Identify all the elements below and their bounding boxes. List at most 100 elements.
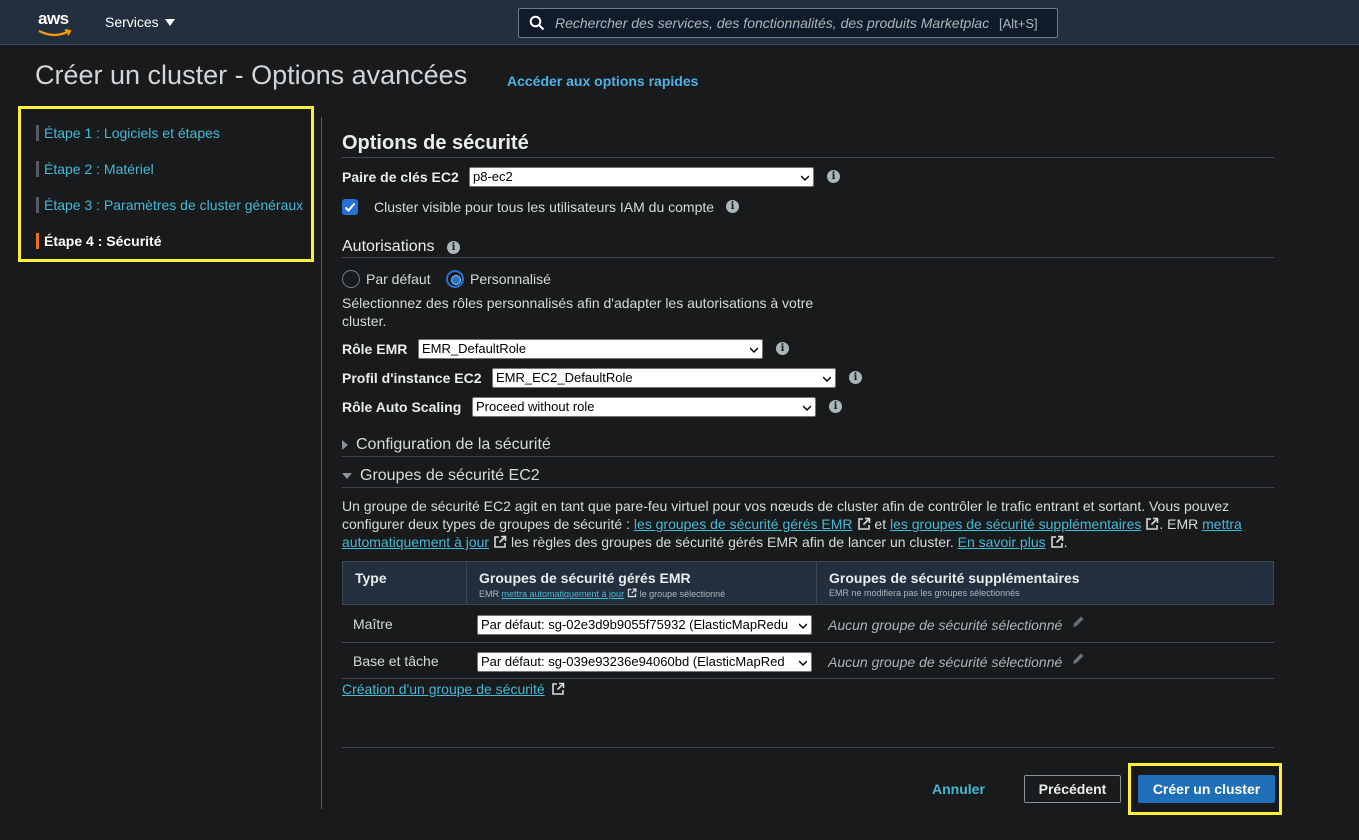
- emr-role-label: Rôle EMR: [342, 341, 408, 357]
- radio-default-label: Par défaut: [366, 271, 431, 287]
- divider: [342, 157, 1274, 158]
- core-managed-sg-value: Par défaut: sg-039e93236e94060bd (Elasti…: [481, 654, 785, 669]
- edit-pencil-icon[interactable]: [1071, 615, 1085, 629]
- chevron-down-icon: [750, 347, 758, 354]
- instance-profile-select[interactable]: EMR_EC2_DefaultRole: [492, 368, 836, 388]
- description-text: . EMR: [1159, 516, 1203, 532]
- info-icon[interactable]: i: [726, 200, 739, 213]
- column-type: Type: [343, 562, 467, 604]
- instance-profile-label: Profil d'instance EC2: [342, 370, 482, 386]
- column-managed-title: Groupes de sécurité gérés EMR: [479, 570, 691, 586]
- edit-pencil-icon[interactable]: [1071, 652, 1085, 666]
- step-4[interactable]: Étape 4 : Sécurité: [36, 231, 162, 251]
- search-shortcut: [Alt+S]: [999, 15, 1038, 31]
- aws-logo-text: aws: [38, 9, 69, 28]
- external-link-icon: [494, 535, 507, 548]
- step-1[interactable]: Étape 1 : Logiciels et étapes: [36, 123, 220, 143]
- ec2-key-pair-value: p8-ec2: [473, 169, 513, 184]
- radio-default[interactable]: [342, 270, 360, 288]
- cancel-button[interactable]: Annuler: [932, 781, 985, 797]
- managed-groups-link[interactable]: les groupes de sécurité gérés EMR: [634, 516, 853, 532]
- info-icon[interactable]: i: [849, 371, 862, 384]
- chevron-down-icon: [799, 622, 807, 630]
- step-label: Étape 2 : Matériel: [44, 161, 154, 177]
- instance-profile-value: EMR_EC2_DefaultRole: [496, 370, 633, 385]
- description-text: .: [1063, 534, 1068, 550]
- subtitle-text: EMR: [479, 589, 502, 599]
- learn-more-link[interactable]: En savoir plus: [958, 534, 1046, 550]
- step-2[interactable]: Étape 2 : Matériel: [36, 159, 154, 179]
- step-marker: [36, 197, 39, 213]
- external-link-icon: [627, 588, 637, 598]
- divider: [342, 456, 1274, 457]
- table-row-divider: [342, 678, 1274, 679]
- aws-logo[interactable]: aws: [38, 9, 74, 37]
- vertical-divider: [321, 117, 322, 809]
- search-input[interactable]: Rechercher des services, des fonctionnal…: [555, 15, 993, 31]
- column-managed: Groupes de sécurité gérés EMR EMR mettra…: [467, 562, 817, 604]
- page-title: Créer un cluster - Options avancées: [35, 60, 468, 90]
- ec2-groups-title: Groupes de sécurité EC2: [360, 467, 540, 484]
- column-type-title: Type: [355, 570, 387, 586]
- security-config-expander[interactable]: Configuration de la sécurité: [342, 436, 551, 454]
- divider: [342, 257, 1274, 258]
- table-row-divider: [342, 642, 1274, 643]
- emr-role-select[interactable]: EMR_DefaultRole: [418, 339, 763, 359]
- external-link-icon: [551, 682, 565, 695]
- info-icon[interactable]: i: [447, 241, 460, 254]
- external-link-icon: [857, 517, 870, 530]
- external-link-icon: [1146, 517, 1159, 530]
- create-cluster-highlight: Créer un cluster: [1128, 763, 1282, 815]
- search-bar[interactable]: Rechercher des services, des fonctionnal…: [518, 8, 1058, 38]
- create-security-group-link[interactable]: Création d'un groupe de sécurité: [342, 681, 565, 697]
- info-icon[interactable]: i: [829, 400, 842, 413]
- quick-options-link[interactable]: Accéder aux options rapides: [507, 73, 698, 89]
- autoscaling-role-select[interactable]: Proceed without role: [472, 397, 816, 417]
- info-icon[interactable]: i: [776, 342, 789, 355]
- step-marker: [36, 233, 39, 249]
- step-3[interactable]: Étape 3 : Paramètres de cluster généraux: [36, 195, 303, 215]
- chevron-down-icon: [803, 405, 811, 412]
- column-managed-subtitle: EMR mettra automatiquement à jour le gro…: [479, 588, 725, 599]
- row-type-core-task: Base et tâche: [353, 653, 439, 669]
- master-additional-sg: Aucun groupe de sécurité sélectionné: [828, 617, 1063, 633]
- auto-update-link-small[interactable]: mettra automatiquement à jour: [502, 589, 625, 599]
- chevron-down-icon: [823, 376, 831, 383]
- ec2-groups-expander[interactable]: Groupes de sécurité EC2: [342, 467, 540, 485]
- cluster-visible-checkbox[interactable]: [342, 199, 358, 215]
- core-additional-sg: Aucun groupe de sécurité sélectionné: [828, 654, 1063, 670]
- caret-right-icon: [342, 440, 348, 450]
- row-type-master: Maître: [353, 616, 393, 632]
- core-managed-sg-select[interactable]: Par défaut: sg-039e93236e94060bd (Elasti…: [477, 652, 812, 672]
- security-options-title: Options de sécurité: [342, 132, 529, 154]
- previous-button[interactable]: Précédent: [1024, 775, 1121, 803]
- autoscaling-role-label: Rôle Auto Scaling: [342, 399, 462, 415]
- cluster-visible-label: Cluster visible pour tous les utilisateu…: [374, 199, 715, 215]
- create-cluster-button[interactable]: Créer un cluster: [1138, 775, 1275, 803]
- search-icon: [529, 15, 545, 31]
- step-marker: [36, 125, 39, 141]
- master-managed-sg-select[interactable]: Par défaut: sg-02e3d9b9055f75932 (Elasti…: [477, 615, 812, 635]
- additional-groups-link[interactable]: les groupes de sécurité supplémentaires: [890, 516, 1141, 532]
- master-managed-sg-value: Par défaut: sg-02e3d9b9055f75932 (Elasti…: [481, 617, 789, 632]
- step-label: Étape 3 : Paramètres de cluster généraux: [44, 197, 304, 213]
- autoscaling-role-value: Proceed without role: [476, 399, 595, 414]
- info-icon[interactable]: i: [827, 170, 840, 183]
- services-menu[interactable]: Services: [105, 14, 175, 30]
- subtitle-text: le groupe sélectionné: [637, 589, 726, 599]
- wizard-steps: Étape 1 : Logiciels et étapes Étape 2 : …: [18, 106, 314, 262]
- ec2-key-pair-select[interactable]: p8-ec2: [469, 167, 814, 187]
- radio-custom[interactable]: [446, 270, 464, 288]
- create-security-group-label: Création d'un groupe de sécurité: [342, 681, 545, 697]
- description-text: et: [870, 516, 890, 532]
- checkmark-icon: [344, 202, 356, 212]
- aws-smile-icon: [38, 29, 72, 37]
- permissions-description: Sélectionnez des rôles personnalisés afi…: [342, 295, 814, 329]
- description-text: les règles des groupes de sécurité gérés…: [507, 534, 958, 550]
- permissions-title: Autorisations: [342, 238, 435, 255]
- external-link-icon: [1050, 535, 1063, 548]
- radio-custom-label: Personnalisé: [470, 271, 551, 287]
- divider: [342, 487, 1274, 488]
- ec2-groups-description: Un groupe de sécurité EC2 agit en tant q…: [342, 497, 1262, 551]
- emr-role-value: EMR_DefaultRole: [422, 341, 527, 356]
